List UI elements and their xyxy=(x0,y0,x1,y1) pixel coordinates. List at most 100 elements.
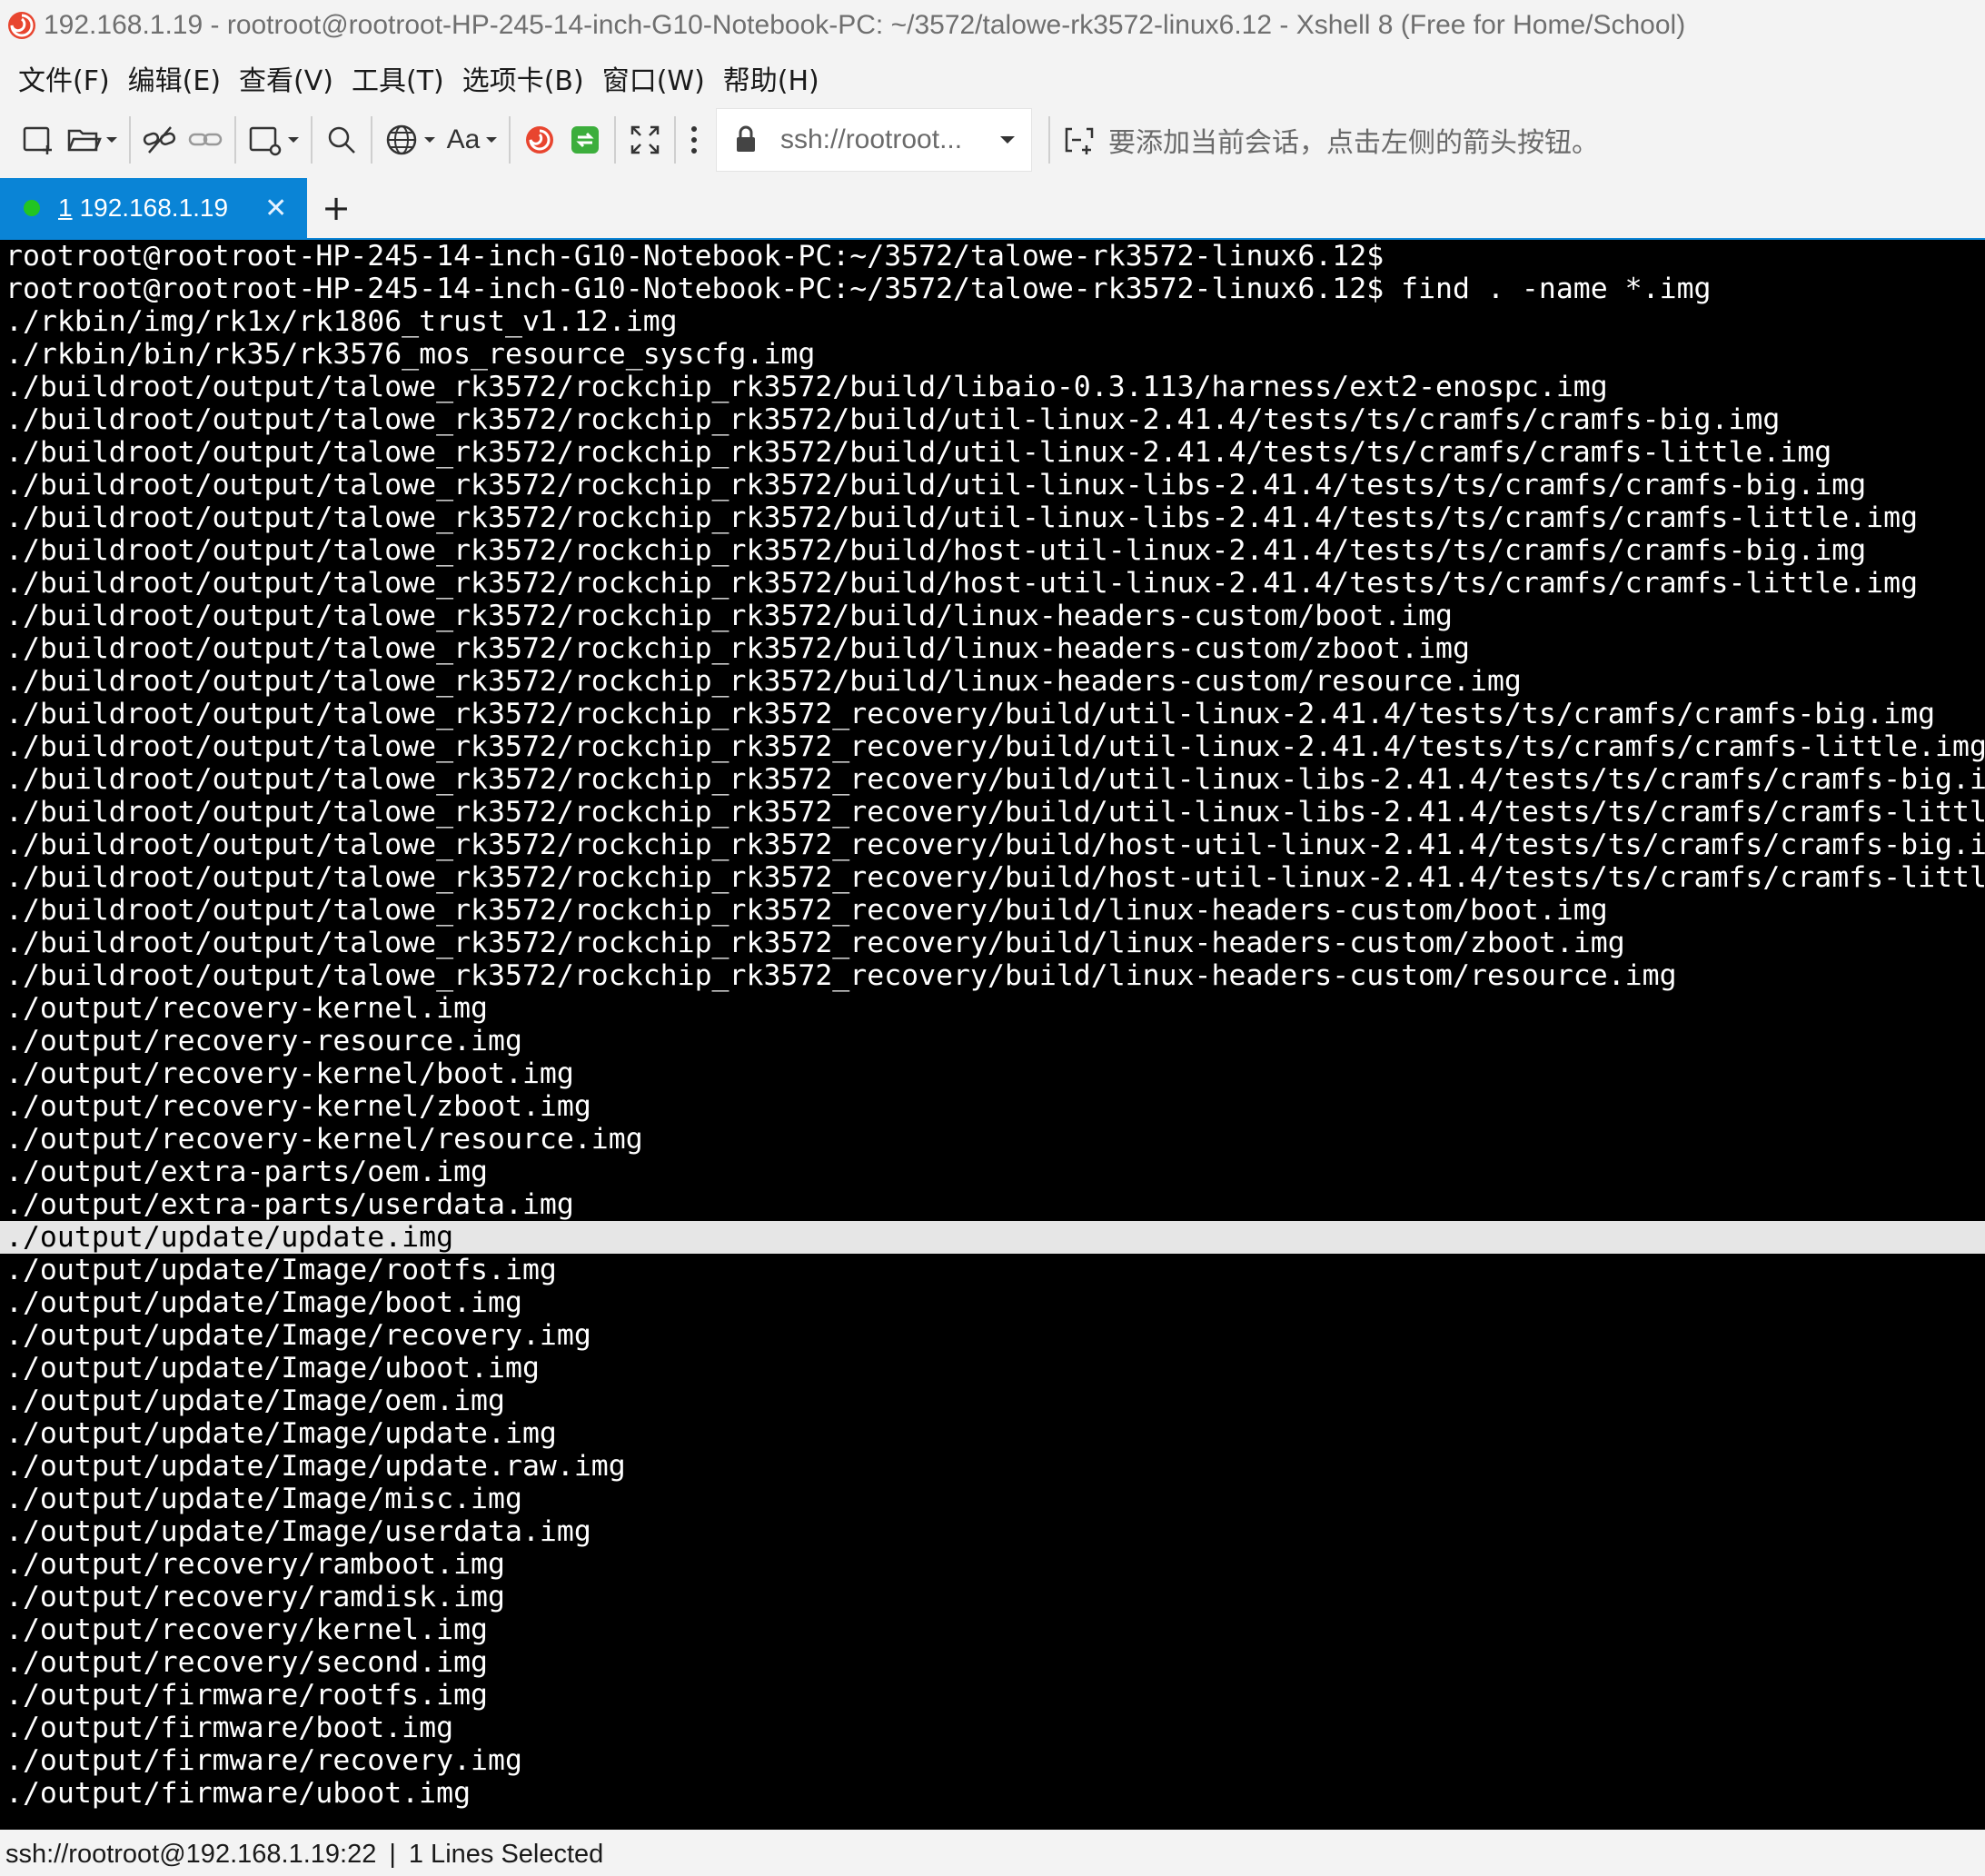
terminal-line: ./buildroot/output/talowe_rk3572/rockchi… xyxy=(5,730,1985,763)
terminal-line: ./output/recovery-resource.img xyxy=(5,1025,522,1057)
terminal-line: ./output/recovery/ramboot.img xyxy=(5,1548,505,1581)
tab-session-1[interactable]: 1 192.168.1.19 ✕ xyxy=(0,178,307,238)
more-button[interactable] xyxy=(685,113,703,167)
terminal-line: ./buildroot/output/talowe_rk3572/rockchi… xyxy=(5,861,1985,894)
status-bar: ssh://rootroot@192.168.1.19:22 | 1 Lines… xyxy=(0,1833,1985,1876)
find-button[interactable] xyxy=(322,113,362,167)
toolbar-divider xyxy=(614,116,616,164)
tab-number: 1 xyxy=(58,194,73,222)
fullscreen-button[interactable] xyxy=(625,113,665,167)
toolbar-divider xyxy=(674,116,676,164)
terminal-line: ./output/recovery-kernel.img xyxy=(5,992,489,1025)
reconnect-button[interactable] xyxy=(185,113,225,167)
terminal-line: ./buildroot/output/talowe_rk3572/rockchi… xyxy=(5,501,1919,534)
globe-icon xyxy=(382,120,422,160)
more-icon xyxy=(685,120,703,160)
terminal-line: ./buildroot/output/talowe_rk3572/rockchi… xyxy=(5,763,1985,796)
font-button[interactable]: Aa xyxy=(443,113,500,167)
terminal-line: rootroot@rootroot-HP-245-14-inch-G10-Not… xyxy=(5,273,1712,305)
tab-label: 192.168.1.19 xyxy=(79,194,229,222)
terminal-output[interactable]: rootroot@rootroot-HP-245-14-inch-G10-Not… xyxy=(0,240,1985,1830)
terminal-line: ./output/firmware/recovery.img xyxy=(5,1744,522,1777)
terminal-line: ./output/update/Image/oem.img xyxy=(5,1385,505,1417)
terminal-line: ./buildroot/output/talowe_rk3572/rockchi… xyxy=(5,469,1867,501)
terminal-line: ./buildroot/output/talowe_rk3572/rockchi… xyxy=(5,796,1985,829)
chevron-down-icon xyxy=(483,120,500,160)
font-icon: Aa xyxy=(446,124,481,154)
menu-tools[interactable]: 工具(T) xyxy=(352,58,444,98)
terminal-line: ./output/update/Image/recovery.img xyxy=(5,1319,591,1352)
close-icon[interactable]: ✕ xyxy=(264,193,287,224)
add-session-button[interactable] xyxy=(1059,113,1099,167)
title-bar: 192.168.1.19 - rootroot@rootroot-HP-245-… xyxy=(0,0,1985,51)
terminal-line: ./rkbin/bin/rk35/rk3576_mos_resource_sys… xyxy=(5,338,816,371)
xftp-button[interactable] xyxy=(565,113,605,167)
xshell-icon xyxy=(520,120,560,160)
terminal-line: ./output/update/Image/update.raw.img xyxy=(5,1450,626,1483)
session-properties-button[interactable] xyxy=(245,113,302,167)
open-folder-icon xyxy=(64,120,104,160)
toolbar: Aa ssh://rootroot... 要添加当前会话，点击左侧的箭头按钮。 xyxy=(0,105,1985,174)
menu-edit[interactable]: 编辑(E) xyxy=(128,58,221,98)
xshell-logo-icon xyxy=(5,9,38,42)
terminal-line: ./buildroot/output/talowe_rk3572/rockchi… xyxy=(5,665,1522,698)
terminal-line: ./output/recovery/second.img xyxy=(5,1646,489,1679)
chevron-down-icon xyxy=(104,120,120,160)
terminal-line: ./output/update/Image/update.img xyxy=(5,1417,557,1450)
terminal-line: ./output/recovery-kernel/boot.img xyxy=(5,1057,574,1090)
window-title: 192.168.1.19 - rootroot@rootroot-HP-245-… xyxy=(44,10,1686,40)
terminal-line: ./output/firmware/uboot.img xyxy=(5,1777,471,1810)
terminal-line: ./buildroot/output/talowe_rk3572/rockchi… xyxy=(5,600,1454,632)
status-connection: ssh://rootroot@192.168.1.19:22 xyxy=(5,1840,377,1869)
add-session-icon xyxy=(1059,120,1099,160)
chevron-down-icon[interactable] xyxy=(997,120,1018,160)
encoding-button[interactable] xyxy=(382,113,438,167)
chevron-down-icon xyxy=(422,120,438,160)
find-icon xyxy=(322,120,362,160)
reconnect-icon xyxy=(185,120,225,160)
new-session-icon xyxy=(18,120,58,160)
disconnect-button[interactable] xyxy=(140,113,180,167)
terminal-line: ./buildroot/output/talowe_rk3572/rockchi… xyxy=(5,632,1470,665)
terminal-line: ./buildroot/output/talowe_rk3572/rockchi… xyxy=(5,894,1608,927)
terminal-line: ./buildroot/output/talowe_rk3572/rockchi… xyxy=(5,436,1832,469)
menu-bar: 文件(F) 编辑(E) 查看(V) 工具(T) 选项卡(B) 窗口(W) 帮助(… xyxy=(0,55,1985,102)
terminal-line: ./output/recovery-kernel/zboot.img xyxy=(5,1090,591,1123)
menu-file[interactable]: 文件(F) xyxy=(18,58,110,98)
xshell-button[interactable] xyxy=(520,113,560,167)
terminal-line: ./output/recovery-kernel/resource.img xyxy=(5,1123,643,1156)
terminal-line: ./buildroot/output/talowe_rk3572/rockchi… xyxy=(5,959,1677,992)
open-button[interactable] xyxy=(64,113,120,167)
menu-view[interactable]: 查看(V) xyxy=(239,58,333,98)
fullscreen-icon xyxy=(625,120,665,160)
terminal-line-selected: ./output/update/update.img xyxy=(0,1221,1985,1254)
menu-window[interactable]: 窗口(W) xyxy=(602,58,705,98)
disconnect-icon xyxy=(140,120,180,160)
xftp-icon xyxy=(565,120,605,160)
new-session-button[interactable] xyxy=(18,113,58,167)
toolbar-divider xyxy=(234,116,236,164)
terminal-line: ./buildroot/output/talowe_rk3572/rockchi… xyxy=(5,927,1625,959)
terminal-line: ./output/update/Image/misc.img xyxy=(5,1483,522,1515)
add-session-hint: 要添加当前会话，点击左侧的箭头按钮。 xyxy=(1108,127,1599,159)
terminal-line: ./output/recovery/ramdisk.img xyxy=(5,1581,505,1613)
tab-bar: 1 192.168.1.19 ✕ + xyxy=(0,178,1985,240)
add-tab-button[interactable]: + xyxy=(320,178,352,238)
status-selection: 1 Lines Selected xyxy=(408,1840,604,1869)
terminal-line: ./rkbin/img/rk1x/rk1806_trust_v1.12.img xyxy=(5,305,678,338)
menu-help[interactable]: 帮助(H) xyxy=(723,58,819,98)
menu-tab[interactable]: 选项卡(B) xyxy=(462,58,584,98)
toolbar-divider xyxy=(311,116,313,164)
lock-icon xyxy=(726,120,766,160)
terminal-line: ./buildroot/output/talowe_rk3572/rockchi… xyxy=(5,567,1919,600)
terminal-line: ./output/firmware/rootfs.img xyxy=(5,1679,489,1712)
terminal-line: ./buildroot/output/talowe_rk3572/rockchi… xyxy=(5,371,1608,403)
terminal-line: ./output/update/Image/uboot.img xyxy=(5,1352,540,1385)
terminal-line: ./output/update/Image/userdata.img xyxy=(5,1515,591,1548)
toolbar-divider xyxy=(1048,116,1050,164)
toolbar-divider xyxy=(509,116,511,164)
chevron-down-icon xyxy=(285,120,302,160)
session-properties-icon xyxy=(245,120,285,160)
address-bar[interactable]: ssh://rootroot... xyxy=(716,108,1032,172)
connection-status-icon xyxy=(24,200,40,216)
